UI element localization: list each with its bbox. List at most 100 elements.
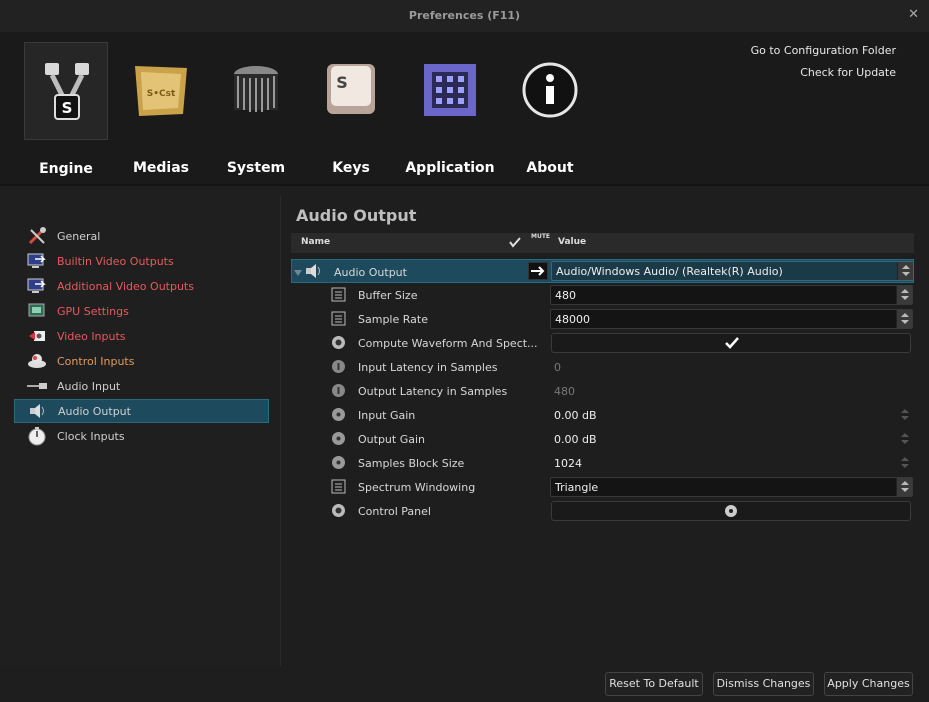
sample-rate-row: Sample Rate 48000 [291,307,914,331]
dropdown-arrows-icon[interactable] [896,286,912,304]
stepper-arrows-icon[interactable] [897,454,913,472]
monitor-arrow-icon [26,276,48,296]
close-icon[interactable]: ✕ [908,7,919,22]
list-icon [331,479,346,494]
audio-cable-icon [26,376,48,396]
row-value: 480 [554,385,575,398]
stepper-arrows-icon[interactable] [897,430,913,448]
category-engine[interactable]: S Engine [24,42,108,177]
sidebar-item-label: Audio Output [58,404,131,418]
checkmark-icon [724,336,740,353]
sidebar-item-audio-input[interactable]: Audio Input [14,374,269,398]
sidebar-item-control-inputs[interactable]: Control Inputs [14,349,269,373]
input-latency-row: Input Latency in Samples 0 [291,355,914,379]
row-value[interactable]: 1024 [554,457,582,470]
knob-icon [331,431,346,446]
category-about[interactable]: About [508,42,592,176]
header-links: Go to Configuration Folder Check for Upd… [751,40,896,84]
row-value: 0 [554,361,561,374]
input-gain-row: Input Gain 0.00 dB [291,403,914,427]
compute-waveform-toggle[interactable] [551,333,911,353]
row-value[interactable]: 0.00 dB [554,409,597,422]
sidebar-item-builtin-video-outputs[interactable]: Builtin Video Outputs [14,249,269,273]
svg-text:S: S [62,99,73,117]
keys-keycap-icon: S [327,64,375,114]
spectrum-windowing-row: Spectrum Windowing Triangle [291,475,914,499]
sidebar-item-label: Audio Input [57,379,121,393]
monitor-arrow-icon [26,251,48,271]
category-system[interactable]: System [214,42,298,176]
category-about-label: About [526,160,574,176]
toggle-circle-icon [331,335,346,350]
info-circle-icon [331,383,346,398]
table-header: Name MUTE Value [291,233,914,253]
list-icon [331,287,346,302]
category-application[interactable]: Application [405,42,495,176]
row-value[interactable]: 0.00 dB [554,433,597,446]
toggle-circle-icon [331,503,346,518]
sidebar-item-label: Clock Inputs [57,429,125,443]
dismiss-changes-button[interactable]: Dismiss Changes [713,672,814,696]
reset-to-default-button[interactable]: Reset To Default [605,672,703,696]
category-keys[interactable]: S Keys [309,42,393,176]
tools-icon [26,226,48,246]
row-label: Samples Block Size [358,457,465,470]
sidebar: General Builtin Video Outputs Additional… [0,186,280,666]
application-chip-icon [424,64,476,116]
window-title: Preferences (F11) [408,9,521,22]
dropdown-arrows-icon[interactable] [896,310,912,328]
engine-pistons-icon: S [45,63,89,120]
sample-rate-select[interactable]: 48000 [550,309,913,329]
expand-triangle-icon[interactable] [294,267,302,280]
control-panel-row: Control Panel [291,499,914,523]
route-arrow-icon[interactable] [528,262,548,280]
info-circle-icon [331,359,346,374]
sidebar-item-label: Builtin Video Outputs [57,254,174,268]
buffer-size-select[interactable]: 480 [550,285,913,305]
compute-waveform-row: Compute Waveform And Spect... [291,331,914,355]
spectrum-windowing-select[interactable]: Triangle [550,477,913,497]
sidebar-item-audio-output[interactable]: Audio Output [14,399,269,423]
config-folder-link[interactable]: Go to Configuration Folder [751,40,896,62]
row-label: Input Latency in Samples [358,361,498,374]
row-label: Control Panel [358,505,431,518]
title-bar: Preferences (F11) ✕ [0,0,929,32]
row-label: Sample Rate [358,313,428,326]
dropdown-arrows-icon[interactable] [896,478,912,496]
output-gain-row: Output Gain 0.00 dB [291,427,914,451]
check-update-link[interactable]: Check for Update [751,62,896,84]
sidebar-item-clock-inputs[interactable]: Clock Inputs [14,424,269,448]
panel-title: Audio Output [296,206,417,225]
stepper-arrows-icon[interactable] [897,406,913,424]
checkmark-icon [509,236,521,251]
sidebar-item-label: Control Inputs [57,354,135,368]
category-medias[interactable]: S•Cst Medias [119,42,203,176]
sidebar-item-video-inputs[interactable]: Video Inputs [14,324,269,348]
buffer-size-row: Buffer Size 480 [291,283,914,307]
device-dropdown-arrows-icon[interactable] [897,262,913,280]
sidebar-item-additional-video-outputs[interactable]: Additional Video Outputs [14,274,269,298]
audio-output-device-row[interactable]: Audio Output Audio/Windows Audio/ (Realt… [291,259,914,283]
sidebar-item-label: Additional Video Outputs [57,279,194,293]
column-name: Name [301,237,331,247]
category-header: S Engine S•Cst Medias System S Keys Appl… [0,32,929,184]
row-label: Output Gain [358,433,425,446]
gpu-icon [26,301,48,321]
svg-text:S•Cst: S•Cst [147,89,176,99]
knob-icon [331,455,346,470]
row-label: Output Latency in Samples [358,385,508,398]
svg-text:S: S [336,73,348,92]
audio-device-select[interactable]: Audio/Windows Audio/ (Realtek(R) Audio) [551,261,914,281]
system-heatsink-icon [234,66,278,112]
sidebar-item-general[interactable]: General [14,224,269,248]
control-panel-button[interactable] [551,501,911,521]
sidebar-item-label: Video Inputs [57,329,126,343]
about-info-icon [522,62,578,118]
output-latency-row: Output Latency in Samples 480 [291,379,914,403]
row-label: Input Gain [358,409,416,422]
sidebar-item-gpu-settings[interactable]: GPU Settings [14,299,269,323]
medias-icon: S•Cst [135,66,187,116]
column-mute: MUTE [531,233,551,240]
apply-changes-button[interactable]: Apply Changes [824,672,913,696]
audio-device-value: Audio/Windows Audio/ (Realtek(R) Audio) [556,265,783,278]
